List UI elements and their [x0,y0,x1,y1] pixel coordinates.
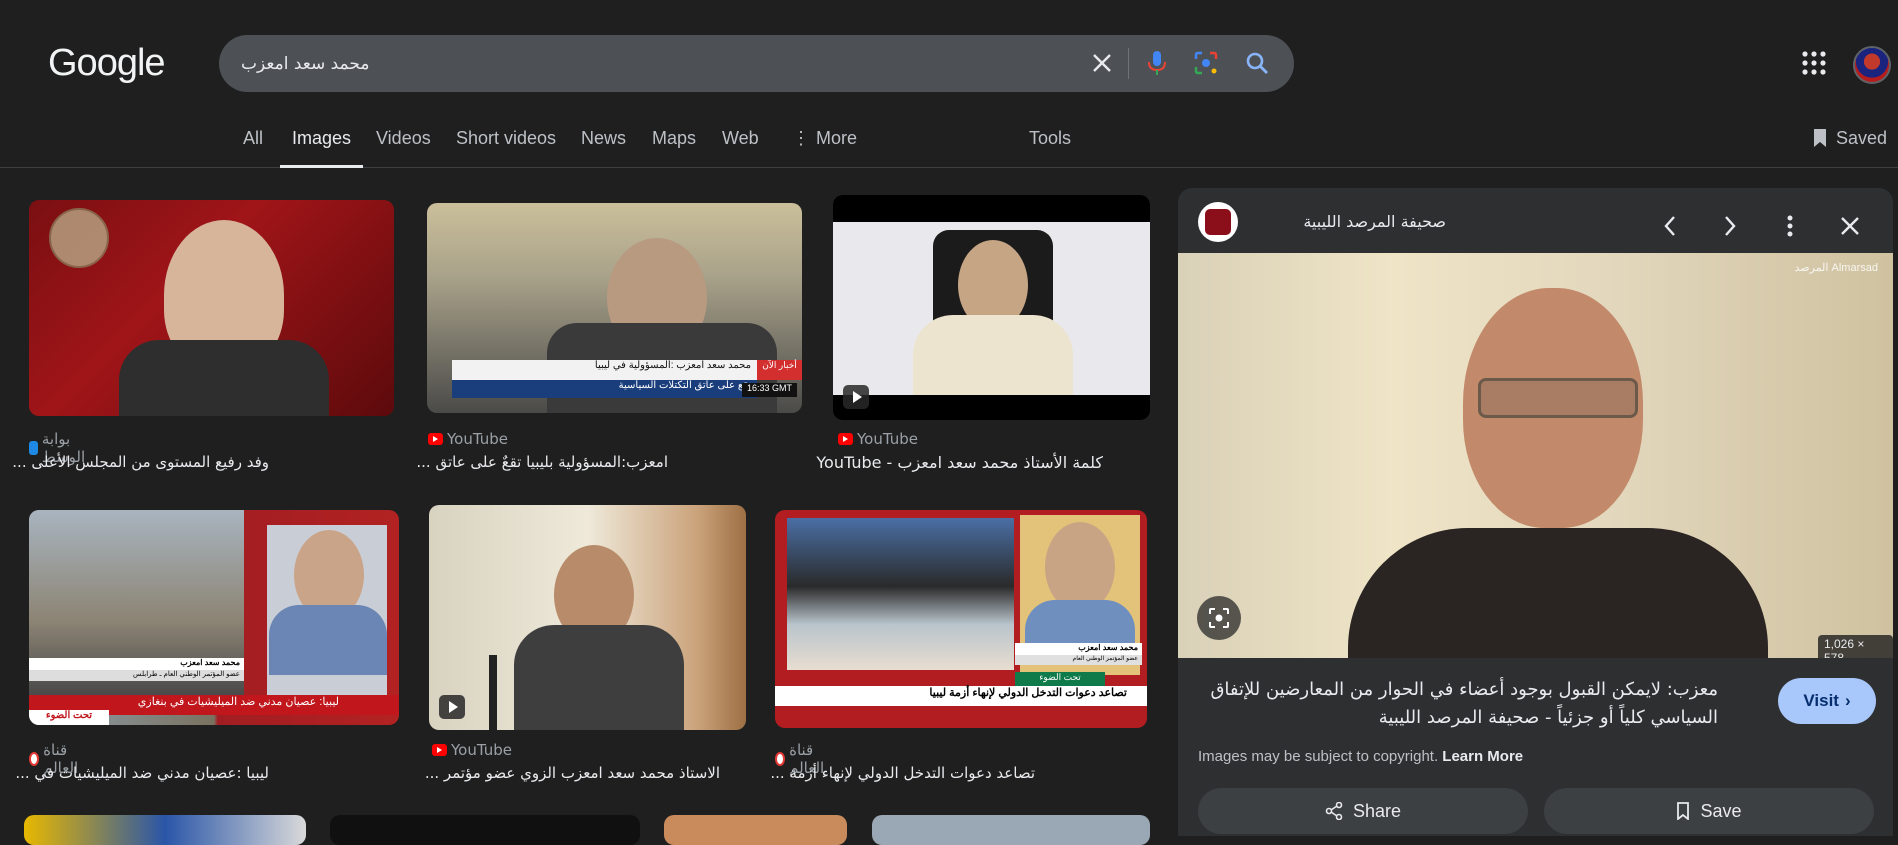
tab-maps[interactable]: Maps [652,128,696,168]
chevron-left-icon[interactable] [1652,208,1688,244]
result-thumbnail[interactable] [330,815,640,845]
result-thumbnail[interactable]: محمد سعد امعزب عضو المؤتمر الوطني العام … [775,510,1147,728]
preview-panel: صحيفة المرصد الليبية المرصد Almarsad 1,0… [1178,188,1893,836]
result-thumbnail[interactable] [833,195,1150,420]
lens-search-icon[interactable] [1197,596,1241,640]
play-icon [439,695,465,719]
tab-all[interactable]: All [243,128,263,168]
tab-more[interactable]: ⋮ More [792,128,857,168]
news-ticker: تصاعد دعوات التدخل الدولي لإنهاء أزمة لي… [775,686,1147,706]
bookmark-icon [1814,129,1826,147]
panel-title[interactable]: معزب: لايمكن القبول بوجود أعضاء في الحوا… [1198,676,1718,732]
person-shirt [269,605,387,675]
bookmark-icon [1677,802,1690,820]
person-suit [514,625,684,730]
close-icon[interactable] [1832,208,1868,244]
share-button[interactable]: Share [1198,788,1528,834]
result-title[interactable]: الاستاذ محمد سعد امعزب الزوي عضو مؤتمر .… [425,764,720,782]
result-thumbnail[interactable] [29,200,394,416]
glasses [1478,378,1638,418]
tab-images[interactable]: Images [280,128,364,168]
tab-bar: All Images Videos Short videos News Maps… [0,128,1898,168]
youtube-icon [432,744,447,756]
person-robe [913,315,1073,395]
result-source: YouTube [432,741,512,759]
search-box[interactable] [219,35,1294,92]
channel-logo: أخبار الآن [757,360,802,380]
lens-icon[interactable] [1188,45,1224,81]
result-title[interactable]: امعزب:المسؤولية بليبيا تقعٌ على عاتق ... [416,453,668,471]
result-thumbnail[interactable] [664,815,847,845]
result-source-label: YouTube [857,430,918,448]
result-thumbnail[interactable] [872,815,1150,845]
image-dimensions: 1,026 × 578 [1818,635,1893,658]
tab-videos[interactable]: Videos [376,128,431,168]
show-logo: تحت الضوء [29,710,109,725]
almarsad-logo-icon [1205,209,1231,235]
more-vert-icon: ⋮ [792,128,810,148]
role-caption: عضو المؤتمر الوطني العام ـ طرابلس [29,670,244,681]
header: Google All Images Videos Short videos Ne… [0,0,1898,168]
result-thumbnail[interactable]: محمد سعد امعزب عضو المؤتمر الوطني العام … [29,510,399,725]
close-icon[interactable] [1084,45,1120,81]
result-title[interactable]: ليبيا :عصيان مدني ضد الميليشيات في ... [15,764,269,782]
share-icon [1325,802,1343,820]
chevron-right-icon: › [1844,691,1851,710]
search-divider [1128,48,1129,79]
tab-news[interactable]: News [581,128,626,168]
result-thumbnail[interactable] [429,505,746,730]
google-logo[interactable]: Google [48,42,166,85]
tab-web[interactable]: Web [722,128,759,168]
news-ticker: تقع على عاتق التكتلات السياسية [452,380,757,398]
youtube-icon [428,433,443,445]
avatar[interactable] [1853,46,1891,84]
chevron-right-icon[interactable] [1712,208,1748,244]
result-source: YouTube [838,430,918,448]
result-title[interactable]: كلمة الأستاذ محمد سعد امعزب - YouTube [816,453,1103,472]
mic-icon[interactable] [1139,45,1175,81]
save-button[interactable]: Save [1544,788,1874,834]
more-vert-icon[interactable] [1772,208,1808,244]
name-caption: محمد سعد امعزب [29,658,244,670]
save-label: Save [1700,800,1742,821]
news-ticker: محمد سعد امعزب :المسؤولية في ليبيا [452,360,757,380]
result-title[interactable]: وفد رفيع المستوى من المجلس الأعلى ... [12,453,269,471]
role-caption: عضو المؤتمر الوطني العام [1015,655,1142,665]
copyright-notice: Images may be subject to copyright. Lear… [1198,748,1523,765]
tab-short-videos[interactable]: Short videos [456,128,556,168]
result-source-label: YouTube [451,741,512,759]
watermark-logo: المرصد Almarsad [1794,262,1878,274]
person-jacket [1348,528,1768,658]
youtube-icon [838,433,853,445]
tools-button[interactable]: Tools [1029,128,1071,168]
preview-image[interactable]: المرصد Almarsad 1,026 × 578 [1178,253,1893,658]
visit-label: Visit [1803,691,1839,710]
copyright-text: Images may be subject to copyright. [1198,748,1439,765]
saved-button[interactable]: Saved [1812,128,1887,149]
show-logo: تحت الضوء [1015,672,1105,686]
play-icon [843,385,869,409]
visit-button[interactable]: Visit › [1778,678,1876,724]
result-source-label: YouTube [447,430,508,448]
tab-more-label: More [816,128,858,148]
panel-site-name[interactable]: صحيفة المرصد الليبية [1256,212,1446,231]
result-thumbnail[interactable] [24,815,306,845]
result-source: YouTube [428,430,508,448]
person-suit [119,340,329,416]
name-caption: محمد سعد امعزب [1015,643,1142,655]
result-title[interactable]: تصاعد دعوات التدخل الدولي لإنهاء أزمة ..… [770,764,1035,782]
timestamp: 16:33 GMT [742,383,797,397]
emblem-logo [49,208,109,268]
apps-grid-icon[interactable] [1801,50,1827,76]
person-face [1045,522,1115,612]
result-thumbnail[interactable]: محمد سعد امعزب :المسؤولية في ليبيا تقع ع… [427,203,802,413]
site-logo [1198,202,1238,242]
search-input[interactable] [241,35,1041,92]
smoke-image [787,518,1014,670]
learn-more-link[interactable]: Learn More [1442,748,1523,765]
share-label: Share [1352,800,1402,821]
microphone-stand [489,655,497,730]
search-icon[interactable] [1239,45,1275,81]
saved-label: Saved [1836,128,1888,148]
